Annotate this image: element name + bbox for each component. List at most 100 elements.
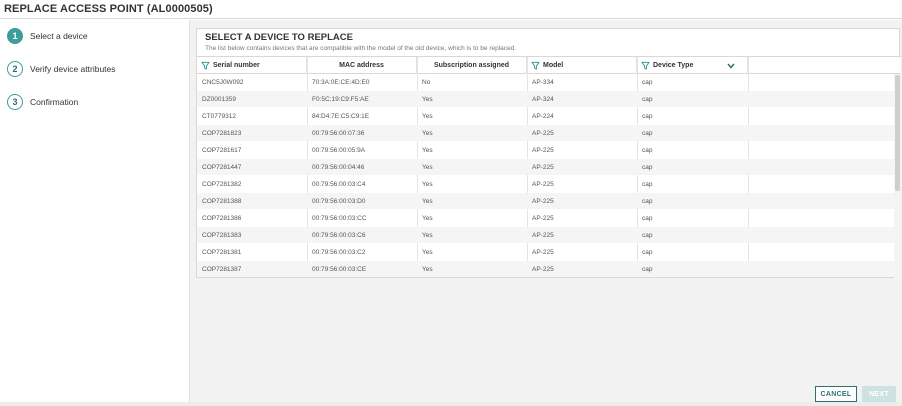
step-label: Confirmation [30,97,79,107]
cell-device-type: cap [642,214,653,222]
cell-subscription-assigned: Yes [422,265,433,273]
chevron-down-icon[interactable] [727,63,735,69]
step-verify-attributes[interactable]: 2 Verify device attributes [7,61,116,77]
cell-model: AP-225 [532,163,554,171]
cell-device-type: cap [642,129,653,137]
cell-serial-number: COP7281387 [202,265,242,273]
table-header: Serial number MAC address Subscription a… [197,57,901,74]
cell-device-type: cap [642,265,653,273]
table-row[interactable]: DZ0001359 F0:5C:19:C9:F5:AE Yes AP-324 cap [197,91,894,107]
cell-device-type: cap [642,163,653,171]
cell-subscription-assigned: Yes [422,129,433,137]
cell-subscription-assigned: Yes [422,146,433,154]
next-button[interactable]: NEXT [862,386,896,402]
column-header-mac-address[interactable]: MAC address [307,57,417,74]
table-row[interactable]: COP7281383 00:79:56:00:03:C6 Yes AP-225 cap [197,227,894,243]
cell-mac-address: 00:79:56:00:03:D0 [312,197,366,205]
step-label: Select a device [30,31,88,41]
cell-model: AP-225 [532,214,554,222]
cell-mac-address: 00:79:56:00:05:9A [312,146,366,154]
cell-model: AP-324 [532,95,554,103]
column-header-model[interactable]: Model [527,57,637,74]
cell-mac-address: 00:79:56:00:03:C6 [312,231,366,239]
table-row[interactable]: COP7281617 00:79:56:00:05:9A Yes AP-225 cap [197,142,894,158]
column-header-subscription-assigned[interactable]: Subscription assigned [417,57,527,74]
filter-icon[interactable] [201,61,210,70]
table-scrollbar[interactable] [894,74,901,279]
column-label: Serial number [213,62,260,69]
cell-serial-number: COP7281447 [202,163,242,171]
cell-device-type: cap [642,180,653,188]
cell-subscription-assigned: No [422,78,431,86]
filter-icon[interactable] [531,61,540,70]
cell-subscription-assigned: Yes [422,95,433,103]
cell-device-type: cap [642,95,653,103]
cancel-button[interactable]: CANCEL [815,386,857,402]
cell-serial-number: COP7281386 [202,214,242,222]
cell-device-type: cap [642,231,653,239]
scrollbar-thumb[interactable] [895,75,900,191]
cell-subscription-assigned: Yes [422,197,433,205]
bottom-border [0,402,902,406]
cell-model: AP-225 [532,248,554,256]
column-label: MAC address [339,62,384,69]
cell-subscription-assigned: Yes [422,180,433,188]
cell-mac-address: 00:79:56:00:03:CC [312,214,367,222]
column-header-serial-number[interactable]: Serial number [197,57,307,74]
cell-subscription-assigned: Yes [422,163,433,171]
column-header-device-type[interactable]: Device Type [637,57,748,74]
cell-device-type: cap [642,78,653,86]
cell-device-type: cap [642,197,653,205]
step-number: 2 [7,61,23,77]
table-row[interactable]: COP7281447 00:79:56:00:04:46 Yes AP-225 cap [197,159,894,175]
column-label: Subscription assigned [433,62,510,69]
cell-device-type: cap [642,112,653,120]
table-row[interactable]: CNC5J0W092 70:3A:0E:CE:4D:E0 No AP-334 cap [197,74,894,90]
cell-serial-number: COP7281617 [202,146,242,154]
cell-model: AP-225 [532,265,554,273]
cell-device-type: cap [642,146,653,154]
cell-model: AP-225 [532,197,554,205]
cell-subscription-assigned: Yes [422,231,433,239]
cell-serial-number: CT0779312 [202,112,236,120]
cell-serial-number: COP7281823 [202,129,242,137]
table-row[interactable]: CT0779312 84:D4:7E:C5:C9:1E Yes AP-224 cap [197,108,894,124]
step-number: 3 [7,94,23,110]
cell-mac-address: 00:79:56:00:03:C2 [312,248,366,256]
column-label: Model [543,62,564,69]
cell-mac-address: 00:79:56:00:07:36 [312,129,365,137]
panel-subheading: The list below contains devices that are… [205,45,517,52]
device-selection-panel: SELECT A DEVICE TO REPLACE The list belo… [196,28,901,279]
cell-serial-number: COP7281388 [202,197,242,205]
panel-heading: SELECT A DEVICE TO REPLACE [205,32,353,43]
cell-serial-number: COP7281381 [202,248,242,256]
table-row[interactable]: COP7281823 00:79:56:00:07:36 Yes AP-225 cap [197,125,894,141]
cell-model: AP-225 [532,129,554,137]
window-title: REPLACE ACCESS POINT (AL0000505) [4,3,213,15]
cell-subscription-assigned: Yes [422,112,433,120]
title-bar: REPLACE ACCESS POINT (AL0000505) [0,0,902,19]
cell-serial-number: COP7281382 [202,180,242,188]
main-content: SELECT A DEVICE TO REPLACE The list belo… [189,20,902,406]
cell-mac-address: 84:D4:7E:C5:C9:1E [312,112,370,120]
step-confirmation[interactable]: 3 Confirmation [7,94,78,110]
cell-mac-address: 00:79:56:00:03:C4 [312,180,366,188]
table-row[interactable]: COP7281387 00:79:56:00:03:CE Yes AP-225 cap [197,261,894,277]
filter-icon[interactable] [641,61,650,70]
cell-serial-number: COP7281383 [202,231,242,239]
cell-serial-number: CNC5J0W092 [202,78,244,86]
table-row[interactable]: COP7281386 00:79:56:00:03:CC Yes AP-225 cap [197,210,894,226]
table-row[interactable]: COP7281382 00:79:56:00:03:C4 Yes AP-225 cap [197,176,894,192]
column-label: Device Type [653,62,694,69]
cell-mac-address: F0:5C:19:C9:F5:AE [312,95,369,103]
cell-subscription-assigned: Yes [422,248,433,256]
cell-mac-address: 00:79:56:00:03:CE [312,265,367,273]
cell-mac-address: 00:79:56:00:04:46 [312,163,365,171]
cell-device-type: cap [642,248,653,256]
table-row[interactable]: COP7281388 00:79:56:00:03:D0 Yes AP-225 cap [197,193,894,209]
table-row[interactable]: COP7281381 00:79:56:00:03:C2 Yes AP-225 cap [197,244,894,260]
step-select-device[interactable]: 1 Select a device [7,28,88,44]
cell-model: AP-225 [532,231,554,239]
step-label: Verify device attributes [30,64,116,74]
cell-model: AP-224 [532,112,554,120]
